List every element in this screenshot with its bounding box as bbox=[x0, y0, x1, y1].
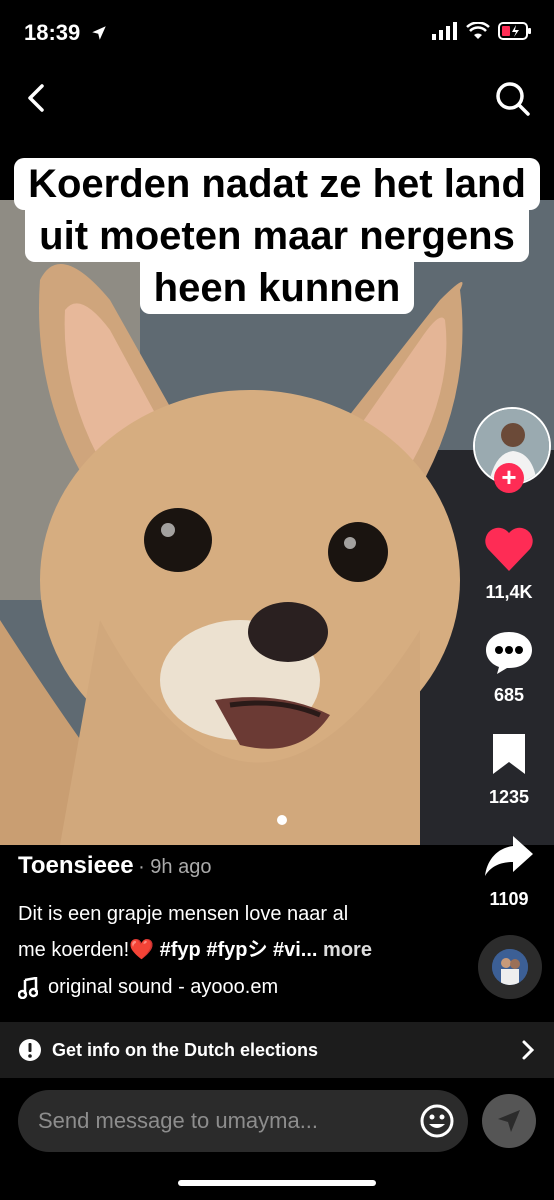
follow-button[interactable]: + bbox=[494, 463, 524, 493]
heart-emoji: ❤️ bbox=[129, 939, 155, 961]
save-count: 1235 bbox=[488, 787, 530, 807]
comment-count: 685 bbox=[493, 685, 525, 705]
sound-disc-image bbox=[492, 949, 528, 985]
like-count: 11,4K bbox=[485, 582, 533, 602]
save-button[interactable]: 1235 bbox=[472, 730, 546, 808]
heart-icon bbox=[485, 527, 533, 571]
video-description[interactable]: Dit is een grapje mensen love naar al me… bbox=[18, 896, 458, 968]
election-info-banner[interactable]: Get info on the Dutch elections bbox=[0, 1022, 554, 1078]
wifi-icon bbox=[466, 22, 490, 39]
message-placeholder: Send message to umayma... bbox=[38, 1108, 319, 1133]
sound-label: original sound - ayooo.em bbox=[48, 976, 279, 998]
status-time: 18:39 bbox=[24, 20, 108, 46]
video-info: Toensieee · 9h ago Dit is een grapje men… bbox=[18, 852, 458, 999]
share-count: 1109 bbox=[489, 889, 529, 909]
search-icon bbox=[496, 82, 530, 116]
comment-button[interactable]: 685 bbox=[472, 628, 546, 706]
music-note-icon bbox=[18, 976, 38, 999]
bookmark-icon bbox=[493, 734, 525, 774]
comment-icon bbox=[486, 632, 532, 674]
caption-line: Koerden nadat ze het land bbox=[14, 158, 540, 210]
posted-time: · 9h ago bbox=[138, 856, 212, 878]
sound-disc[interactable] bbox=[478, 935, 542, 999]
chevron-right-icon bbox=[522, 1040, 535, 1060]
signal-icon bbox=[432, 22, 457, 40]
battery-icon bbox=[498, 22, 531, 40]
info-icon bbox=[19, 1039, 41, 1061]
status-bar: 18:39 bbox=[0, 0, 554, 70]
location-arrow-icon bbox=[92, 26, 107, 40]
creator-username[interactable]: Toensieee bbox=[18, 852, 134, 879]
description-text: me koerden! bbox=[18, 939, 130, 961]
top-bar bbox=[0, 70, 554, 130]
description-line: Dit is een grapje mensen love naar al bbox=[18, 903, 349, 925]
description-line: me koerden!❤️ #fyp #fypシ #vi... more bbox=[18, 932, 458, 968]
election-banner-text: Get info on the Dutch elections bbox=[52, 1039, 319, 1060]
back-icon bbox=[28, 84, 44, 112]
message-input[interactable]: Send message to umayma... bbox=[18, 1090, 468, 1152]
carousel-indicator bbox=[277, 815, 287, 825]
share-icon bbox=[485, 836, 533, 876]
video-caption: Koerden nadat ze het land uit moeten maa… bbox=[0, 158, 554, 314]
like-button[interactable]: 11,4K bbox=[472, 525, 546, 603]
caption-line: heen kunnen bbox=[139, 262, 415, 314]
sound-link[interactable]: original sound - ayooo.em bbox=[18, 976, 458, 999]
more-link[interactable]: more bbox=[323, 939, 372, 961]
status-icons bbox=[432, 22, 532, 40]
share-button[interactable]: 1109 bbox=[472, 832, 546, 910]
emoji-icon[interactable] bbox=[420, 1104, 454, 1138]
home-indicator bbox=[178, 1180, 376, 1186]
send-icon bbox=[498, 1110, 520, 1132]
caption-line: uit moeten maar nergens bbox=[25, 210, 529, 262]
send-button[interactable] bbox=[482, 1094, 536, 1148]
back-button[interactable] bbox=[18, 78, 58, 118]
hashtags[interactable]: #fyp #fypシ #vi... bbox=[160, 939, 318, 961]
search-button[interactable] bbox=[492, 78, 532, 118]
